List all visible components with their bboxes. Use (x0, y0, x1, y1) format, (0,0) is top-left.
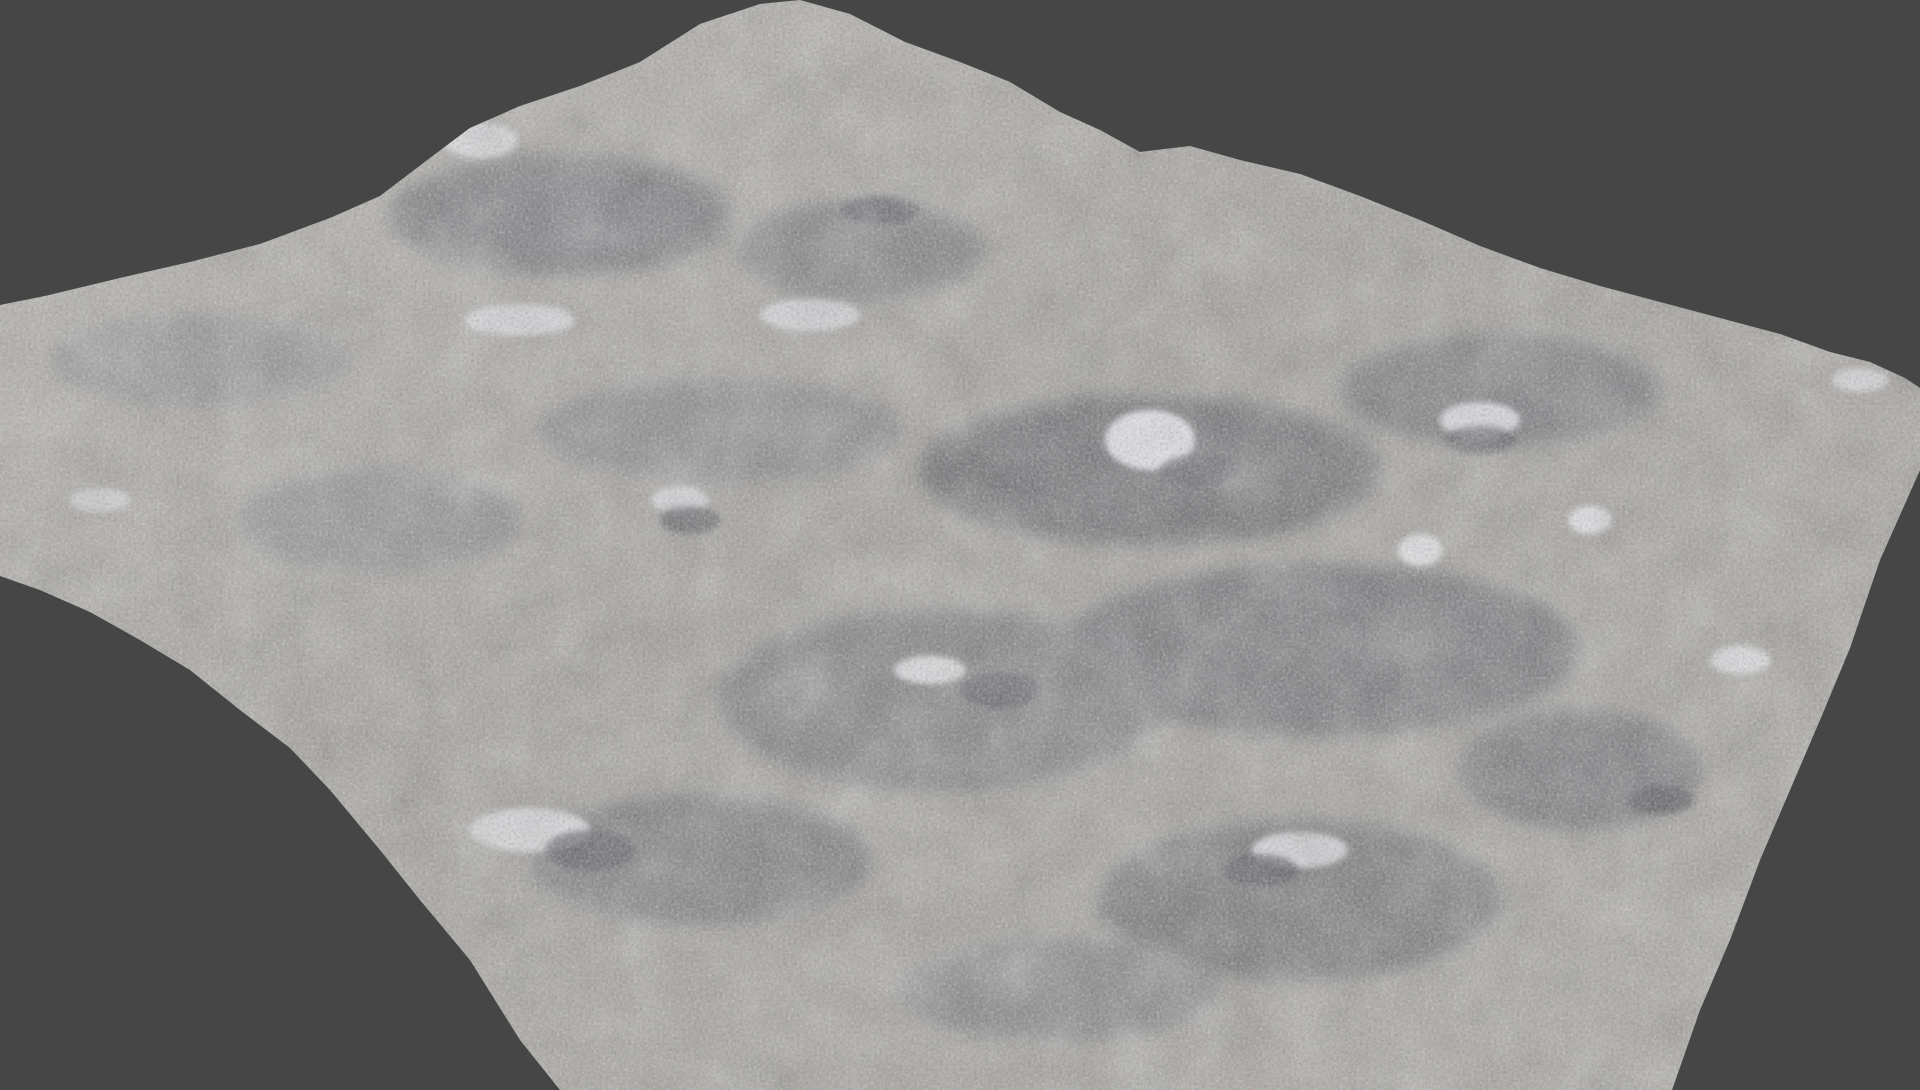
terrain-mesh (0, 0, 1920, 1090)
terrain-render (0, 0, 1920, 1090)
3d-viewport[interactable] (0, 0, 1920, 1090)
